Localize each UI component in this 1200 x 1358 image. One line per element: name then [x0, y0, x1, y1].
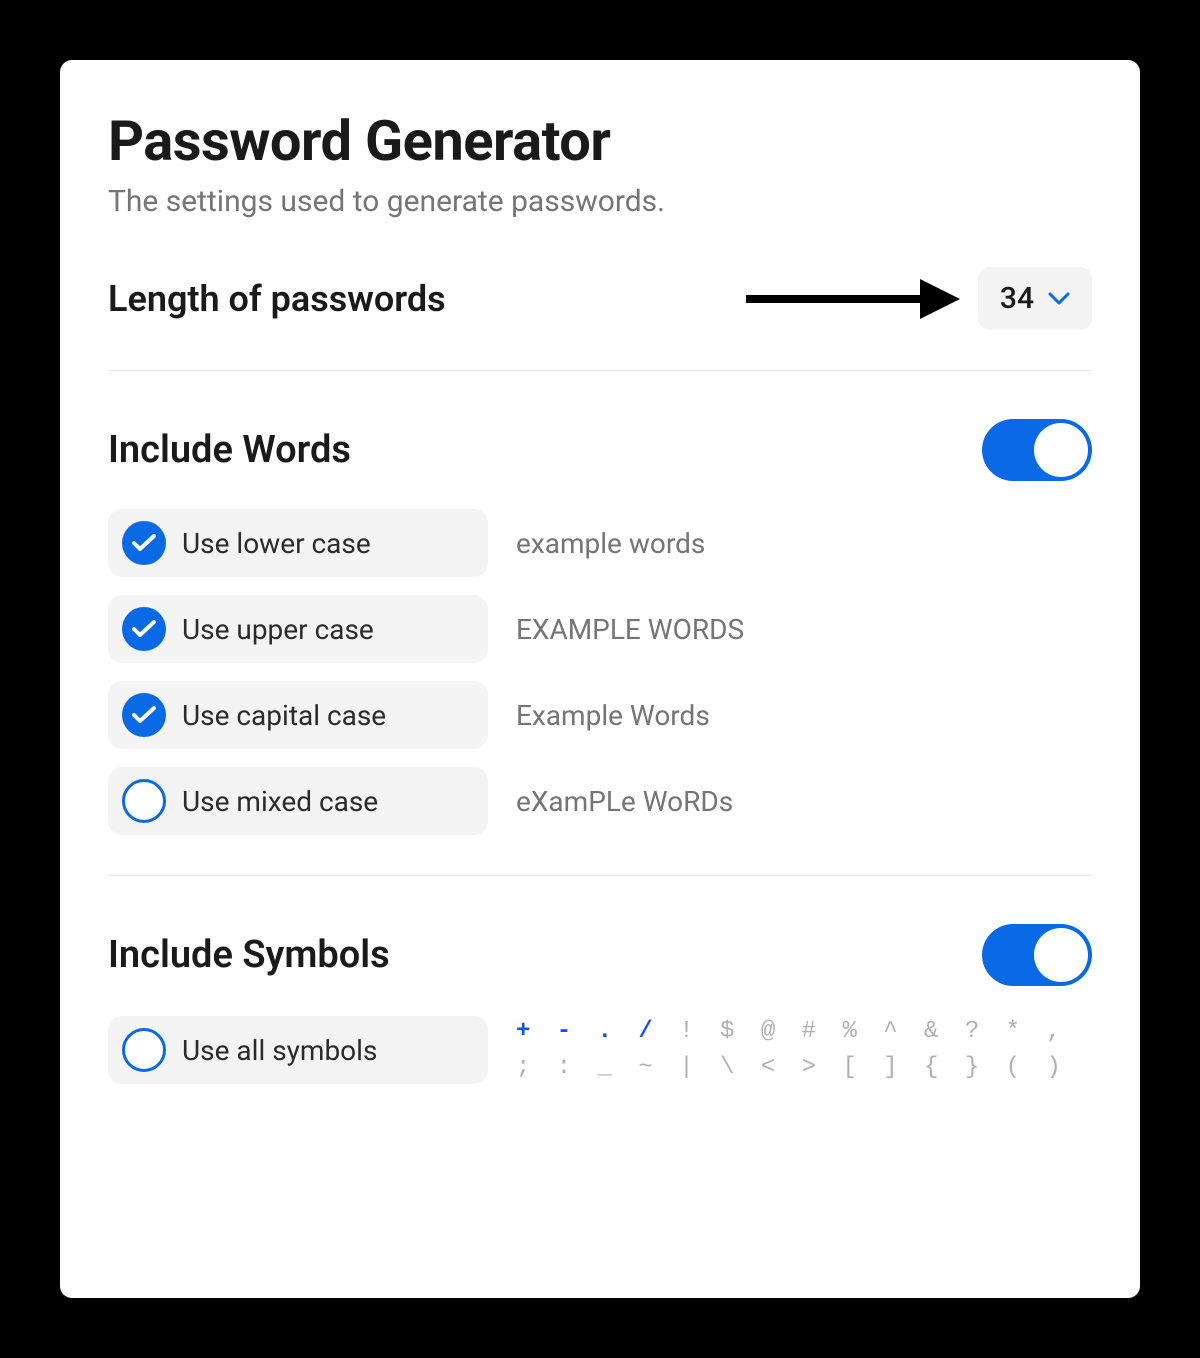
checkbox-symbols[interactable]	[122, 1028, 166, 1072]
page-subtitle: The settings used to generate passwords.	[108, 184, 1092, 219]
symbols-title: Include Symbols	[108, 933, 390, 977]
toggle-knob	[1034, 423, 1088, 477]
example-mixed: eXamPLe WoRDs	[516, 785, 733, 818]
checkbox-capital[interactable]	[122, 693, 166, 737]
words-header: Include Words	[108, 419, 1092, 481]
option-upper-case: Use upper case EXAMPLE WORDS	[108, 595, 1092, 663]
option-label-symbols: Use all symbols	[182, 1034, 377, 1067]
length-value: 34	[1000, 281, 1034, 316]
words-toggle[interactable]	[982, 419, 1092, 481]
page-title: Password Generator	[108, 108, 1092, 174]
length-label: Length of passwords	[108, 278, 446, 320]
checkbox-upper[interactable]	[122, 607, 166, 651]
option-pill-upper[interactable]: Use upper case	[108, 595, 488, 663]
option-label-lower: Use lower case	[182, 527, 371, 560]
check-icon	[132, 534, 156, 552]
option-mixed-case: Use mixed case eXamPLe WoRDs	[108, 767, 1092, 835]
option-pill-symbols[interactable]: Use all symbols	[108, 1016, 488, 1084]
divider	[108, 370, 1092, 371]
checkbox-mixed[interactable]	[122, 779, 166, 823]
chevron-down-icon	[1048, 292, 1070, 306]
option-capital-case: Use capital case Example Words	[108, 681, 1092, 749]
example-capital: Example Words	[516, 699, 710, 732]
length-row: Length of passwords 34	[108, 267, 1092, 330]
option-label-upper: Use upper case	[182, 613, 374, 646]
option-pill-lower[interactable]: Use lower case	[108, 509, 488, 577]
example-lower: example words	[516, 527, 705, 560]
symbols-header: Include Symbols	[108, 924, 1092, 986]
check-icon	[132, 706, 156, 724]
settings-panel: Password Generator The settings used to …	[60, 60, 1140, 1298]
length-select[interactable]: 34	[978, 267, 1092, 330]
option-all-symbols: Use all symbols + - . / ! $ @ # % ^ & ? …	[108, 1014, 1092, 1086]
option-label-mixed: Use mixed case	[182, 785, 378, 818]
divider	[108, 875, 1092, 876]
option-label-capital: Use capital case	[182, 699, 386, 732]
symbols-preview: + - . / ! $ @ # % ^ & ? * , ; : _ ~ | \ …	[516, 1014, 1067, 1086]
check-icon	[132, 620, 156, 638]
toggle-knob	[1034, 928, 1088, 982]
option-pill-capital[interactable]: Use capital case	[108, 681, 488, 749]
option-pill-mixed[interactable]: Use mixed case	[108, 767, 488, 835]
arrow-right-icon	[742, 275, 962, 323]
example-upper: EXAMPLE WORDS	[516, 613, 744, 646]
words-title: Include Words	[108, 428, 351, 472]
symbols-toggle[interactable]	[982, 924, 1092, 986]
symbols-rest2: ; : _ ~ | \ < > [ ] { } ( )	[516, 1054, 1067, 1081]
checkbox-lower[interactable]	[122, 521, 166, 565]
symbols-rest1: ! $ @ # % ^ & ? * ,	[659, 1018, 1067, 1045]
length-controls: 34	[742, 267, 1092, 330]
symbols-highlighted: + - . /	[516, 1018, 659, 1045]
option-lower-case: Use lower case example words	[108, 509, 1092, 577]
